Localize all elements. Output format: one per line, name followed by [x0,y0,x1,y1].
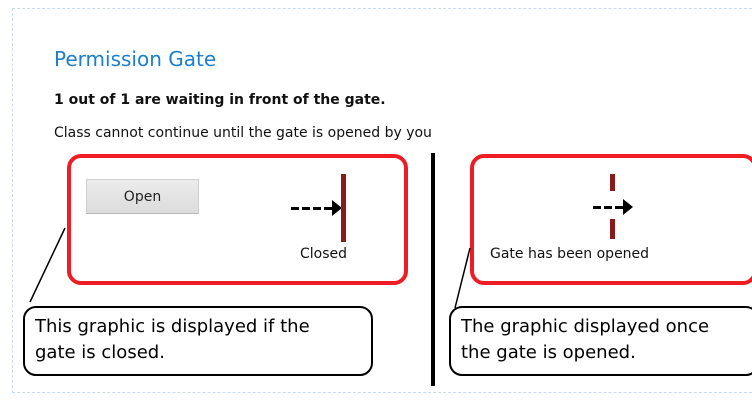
instruction-text: Class cannot continue until the gate is … [54,125,432,141]
waiting-count-text: 1 out of 1 are waiting in front of the g… [54,92,386,108]
open-gate-button[interactable]: Open [86,179,199,214]
page-title: Permission Gate [54,47,217,71]
opened-callout: The graphic displayed once the gate is o… [449,306,752,376]
opened-status-label: Gate has been opened [490,246,650,262]
closed-callout: This graphic is displayed if the gate is… [23,306,373,376]
closed-state-highlight [67,154,408,285]
closed-status-label: Closed [300,246,348,262]
divider-line [431,153,435,386]
